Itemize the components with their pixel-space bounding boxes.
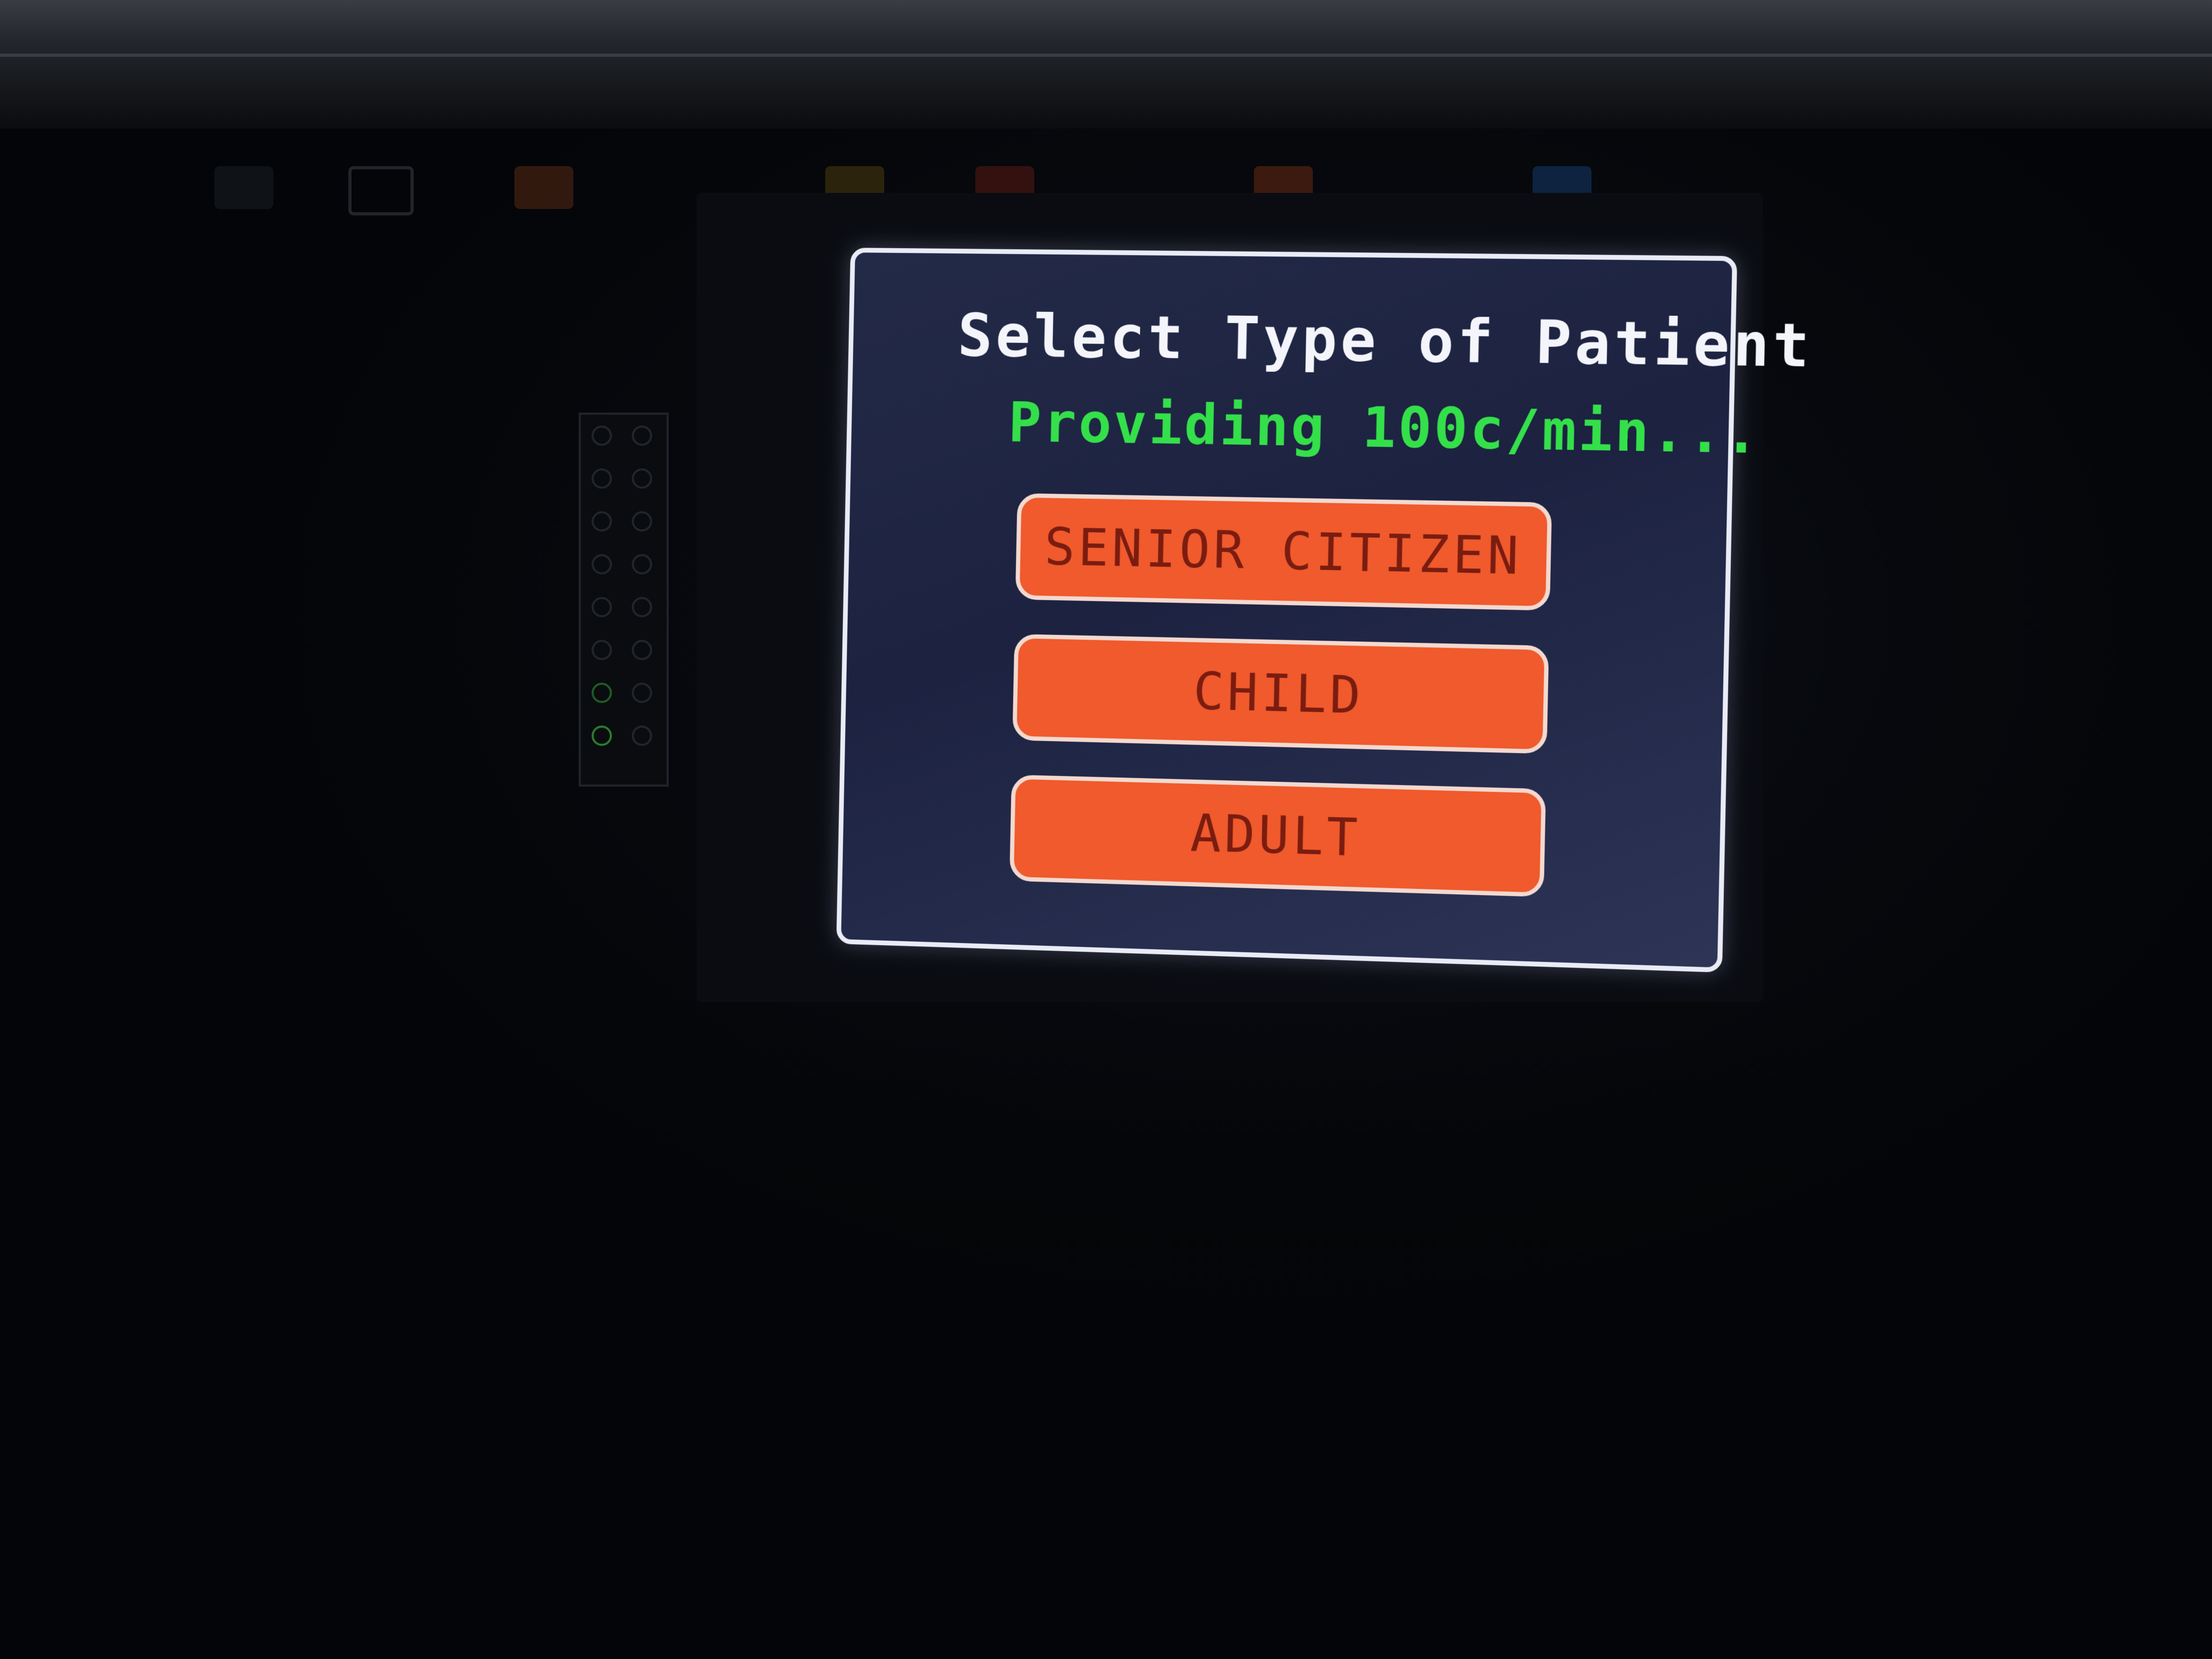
header-pin-led [592, 726, 612, 746]
flow-status-text: Providing 100c/min... [1007, 389, 1762, 467]
background-cone-icon [514, 166, 573, 209]
header-pin [632, 683, 652, 703]
background-window-icon [348, 166, 414, 215]
senior-citizen-button[interactable]: SENIOR CITIZEN [1015, 493, 1552, 611]
bezel-edge [0, 54, 2212, 57]
adult-button-label: ADULT [1190, 803, 1362, 868]
background-phone-icon [214, 166, 273, 209]
header-pin [632, 425, 652, 446]
header-pin-led [592, 683, 612, 703]
header-pin [592, 425, 612, 446]
header-pin [632, 511, 652, 532]
header-pin [592, 511, 612, 532]
child-button-label: CHILD [1192, 661, 1365, 726]
header-pin [632, 597, 652, 617]
senior-citizen-button-label: SENIOR CITIZEN [1043, 517, 1523, 587]
child-button[interactable]: CHILD [1012, 634, 1549, 754]
header-pin [632, 554, 652, 574]
pin-header [579, 413, 669, 787]
header-pin [632, 640, 652, 660]
header-pin [592, 468, 612, 489]
header-pin [592, 640, 612, 660]
adult-button[interactable]: ADULT [1009, 774, 1546, 898]
screen-title: Select Type of Patient [957, 301, 1814, 381]
photo-scene: Select Type of Patient Providing 100c/mi… [0, 0, 2212, 1659]
monitor-bezel [0, 0, 2212, 129]
header-pin [632, 726, 652, 746]
dark-foreground [0, 1018, 2212, 1659]
header-pin [632, 468, 652, 489]
tft-screen: Select Type of Patient Providing 100c/mi… [836, 248, 1814, 973]
header-pin [592, 554, 612, 574]
header-pin [592, 597, 612, 617]
